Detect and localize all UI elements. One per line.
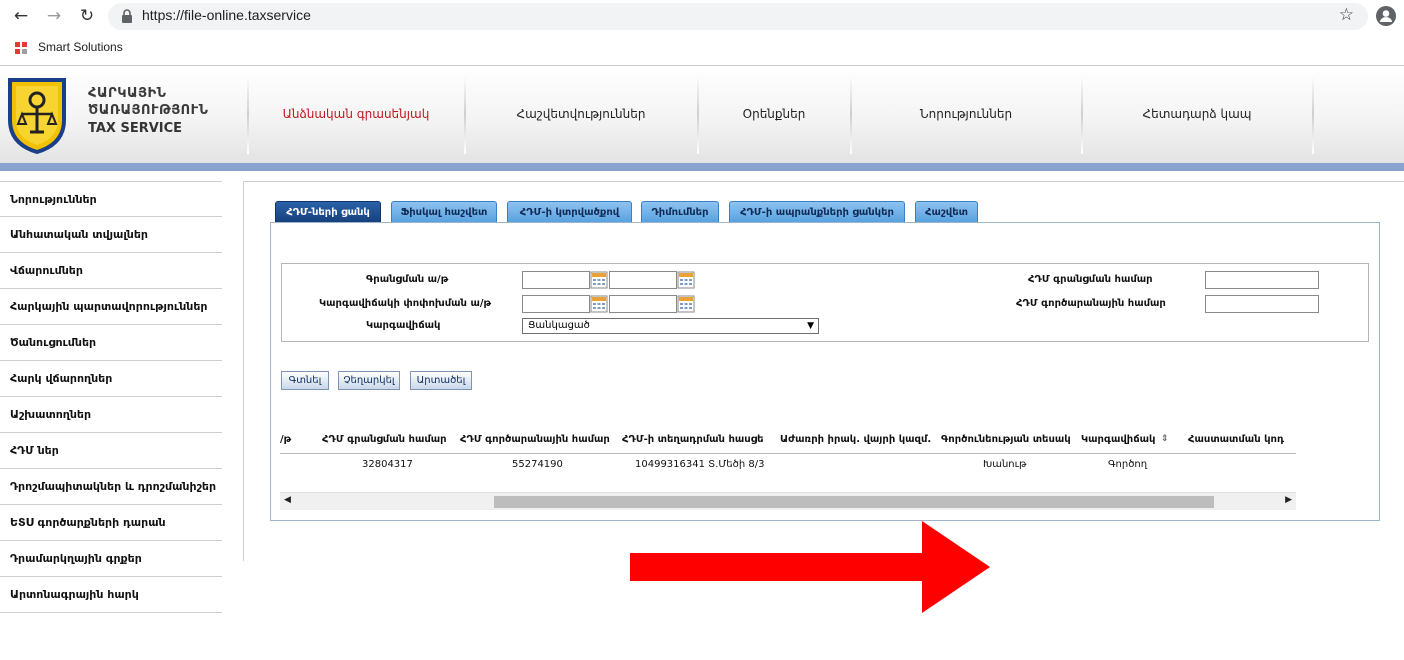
- status-select[interactable]: Ցանկացած ▼: [522, 318, 819, 334]
- column-header-address[interactable]: ՀԴՄ-ի տեղադրման հասցե: [622, 434, 764, 445]
- header-band: [0, 163, 1404, 171]
- column-header-place-code[interactable]: Աժառրի իրակ. վայրի կազմ.: [780, 434, 931, 445]
- calendar-icon[interactable]: [590, 271, 608, 289]
- red-arrow-icon: [630, 521, 990, 613]
- logo-title-line-2: ԾԱՌԱՅՈՒԹՅՈՒՆ: [88, 103, 209, 118]
- sidebar-item-personal-data[interactable]: Անհատական տվյալներ: [0, 217, 222, 253]
- reg-date-from-input[interactable]: [522, 271, 590, 289]
- nav-personal-office[interactable]: Անձնական գրասենյակ: [249, 72, 463, 156]
- factory-number-input[interactable]: [1205, 295, 1319, 313]
- find-button[interactable]: Գտնել: [281, 371, 329, 390]
- tab-by-cash-register[interactable]: ՀԴՄ-ի կտրվածքով: [507, 201, 632, 223]
- reg-seq-label: Գրանցման ա/թ: [366, 274, 449, 285]
- sidebar-item-tax-obligations[interactable]: Հարկային պարտավորություններ: [0, 289, 222, 325]
- factory-number-label: ՀԴՄ գործարանային համար: [1016, 298, 1166, 309]
- profile-icon[interactable]: [1376, 6, 1396, 26]
- smart-solutions-icon: [15, 42, 27, 54]
- tab-goods-lists[interactable]: ՀԴՄ-ի ապրանքների ցանկեր: [729, 201, 905, 223]
- tab-cash-register-list[interactable]: ՀԴՄ-ների ցանկ: [275, 201, 381, 223]
- export-button[interactable]: Արտածել: [410, 371, 472, 390]
- column-header-approval-code[interactable]: Հաստատման կոդ: [1188, 434, 1284, 445]
- tab-fiscal-report[interactable]: Ֆիսկալ հաշվետ: [391, 201, 497, 223]
- column-header-reg-number[interactable]: ՀԴՄ գրանցման համար: [322, 434, 447, 445]
- calendar-icon[interactable]: [677, 295, 695, 313]
- cell-reg-number: 32804317: [362, 459, 413, 470]
- status-label: Կարգավիճակ: [366, 320, 441, 331]
- sidebar-item-excise-stamps[interactable]: Դրոշմապիտակներ և դրոշմանիշեր: [0, 469, 222, 505]
- browser-toolbar: ← → ↻ https://file-online.taxservice ☆: [0, 0, 1404, 33]
- sort-icon[interactable]: ⇕: [1161, 434, 1169, 444]
- reload-icon[interactable]: ↻: [76, 5, 98, 27]
- site-header: ՀԱՐԿԱՅԻՆ ԾԱՌԱՅՈՒԹՅՈՒՆ TAX SERVICE Անձնակ…: [0, 65, 1404, 163]
- column-header-seq[interactable]: /թ: [280, 434, 291, 445]
- sidebar-item-cash-registers[interactable]: ՀԴՄ ներ: [0, 433, 222, 469]
- calendar-icon[interactable]: [590, 295, 608, 313]
- star-icon[interactable]: ☆: [1339, 5, 1354, 25]
- sidebar-item-notifications[interactable]: Ծանուցումներ: [0, 325, 222, 361]
- tab-applications[interactable]: Դիմումներ: [641, 201, 719, 223]
- cell-status: Գործող: [1108, 459, 1148, 470]
- tab-report[interactable]: Հաշվետ: [915, 201, 978, 223]
- nav-reports[interactable]: Հաշվետվություններ: [466, 72, 696, 156]
- sidebar-item-news[interactable]: Նորություններ: [0, 181, 222, 217]
- cell-address: 10499316341 Տ.Մեծի 8/3: [635, 459, 765, 470]
- arrow-left-icon[interactable]: ←: [10, 5, 32, 27]
- nav-laws[interactable]: Օրենքներ: [699, 72, 849, 156]
- calendar-icon[interactable]: [677, 271, 695, 289]
- sidebar: Նորություններ Անհատական տվյալներ Վճարում…: [0, 181, 222, 613]
- nav-news[interactable]: Նորություններ: [852, 72, 1080, 156]
- lock-icon: [122, 9, 132, 23]
- tax-service-emblem-icon[interactable]: [4, 74, 70, 154]
- cell-activity: Խանութ: [983, 459, 1027, 470]
- reg-date-to-input[interactable]: [609, 271, 677, 289]
- sidebar-item-payments[interactable]: Վճարումներ: [0, 253, 222, 289]
- column-header-activity[interactable]: Գործունեության տեսակ: [941, 434, 1071, 445]
- arrow-right-icon[interactable]: →: [43, 5, 65, 27]
- horizontal-scrollbar[interactable]: ◀ ▶: [280, 492, 1296, 510]
- url-text: https://file-online.taxservice: [142, 7, 311, 23]
- nav-feedback[interactable]: Հետադարձ կապ: [1083, 72, 1311, 156]
- reg-number-label: ՀԴՄ գրանցման համար: [1028, 274, 1153, 285]
- scroll-left-icon[interactable]: ◀: [284, 495, 291, 505]
- status-select-value: Ցանկացած: [528, 320, 590, 331]
- status-change-label: Կարգավիճակի փոփոխման ա/թ: [319, 298, 492, 309]
- scroll-right-icon[interactable]: ▶: [1285, 495, 1292, 505]
- cancel-button[interactable]: Չեղարկել: [338, 371, 400, 390]
- sidebar-item-employees[interactable]: Աշխատողներ: [0, 397, 222, 433]
- cell-factory-number: 55274190: [512, 459, 563, 470]
- reg-number-input[interactable]: [1205, 271, 1319, 289]
- chevron-down-icon: ▼: [807, 321, 814, 331]
- sidebar-item-eaeu-transactions[interactable]: ԵՏՍ գործարքների դարան: [0, 505, 222, 541]
- address-bar[interactable]: https://file-online.taxservice ☆: [108, 3, 1368, 30]
- logo-title-line-3: TAX SERVICE: [88, 121, 183, 136]
- logo-title-line-1: ՀԱՐԿԱՅԻՆ: [88, 86, 167, 101]
- sidebar-item-cash-books[interactable]: Դրամարկղային գրքեր: [0, 541, 222, 577]
- sidebar-item-patent-tax[interactable]: Արտոնագրային հարկ: [0, 577, 222, 613]
- sidebar-item-taxpayers[interactable]: Հարկ վճարողներ: [0, 361, 222, 397]
- column-header-factory-number[interactable]: ՀԴՄ գործարանային համար: [460, 434, 610, 445]
- status-date-from-input[interactable]: [522, 295, 590, 313]
- bookmarks-bar: Smart Solutions: [0, 33, 1404, 64]
- grid-header: /թ ՀԴՄ գրանցման համար ՀԴՄ գործարանային հ…: [280, 429, 1296, 454]
- scrollbar-thumb[interactable]: [494, 496, 1214, 508]
- status-date-to-input[interactable]: [609, 295, 677, 313]
- bookmark-smart-solutions[interactable]: Smart Solutions: [38, 40, 123, 54]
- nav-separator: [1312, 74, 1314, 154]
- column-header-status[interactable]: Կարգավիճակ: [1081, 434, 1155, 445]
